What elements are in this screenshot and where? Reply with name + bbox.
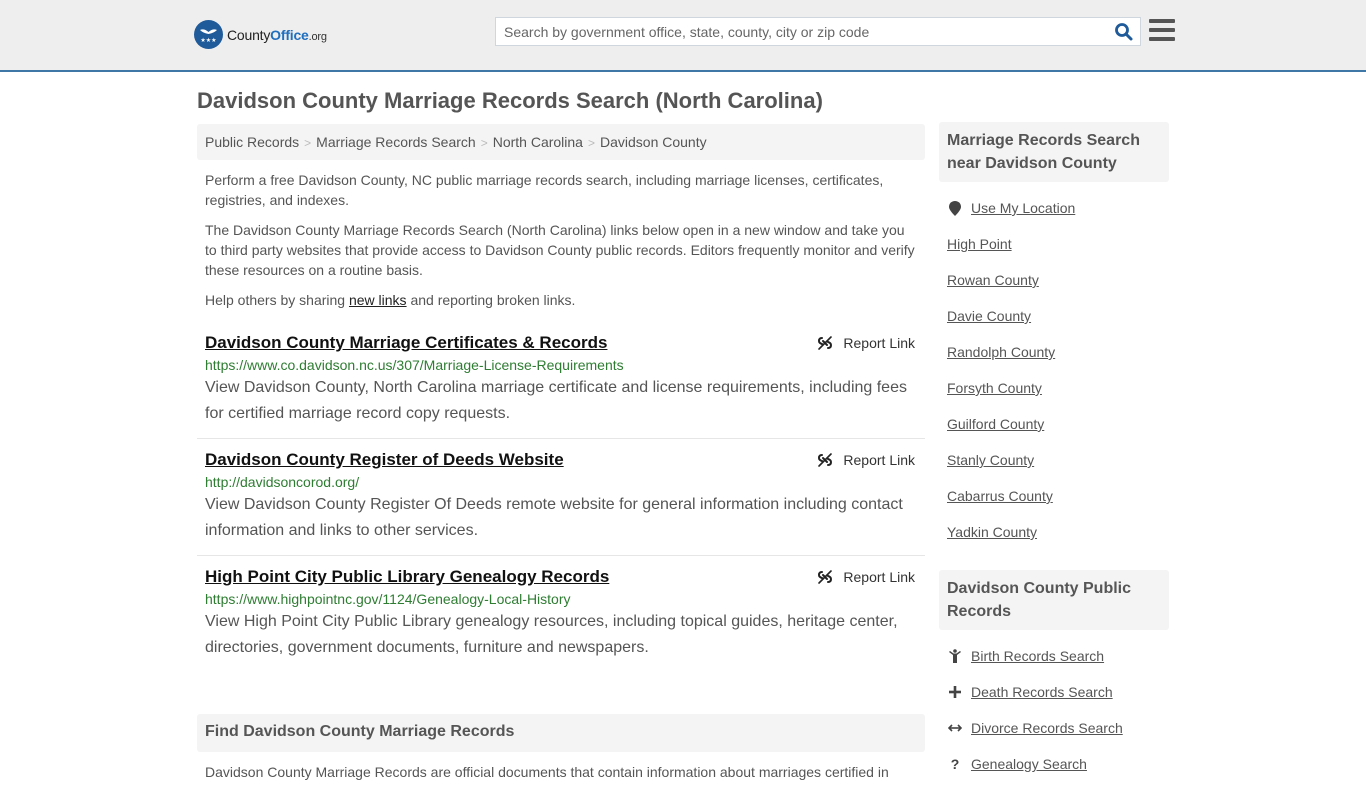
- nearby-link-cabarrus-county[interactable]: Cabarrus County: [947, 488, 1053, 504]
- report-link-button[interactable]: Report Link: [817, 566, 915, 588]
- result-title-link[interactable]: Davidson County Register of Deeds Websit…: [205, 449, 564, 471]
- public-record-item: Death Records Search: [947, 674, 1161, 710]
- nearby-item: Stanly County: [947, 442, 1161, 478]
- death-records-link[interactable]: Death Records Search: [971, 684, 1113, 700]
- result-description: View Davidson County Register Of Deeds r…: [205, 496, 903, 539]
- nearby-link-guilford-county[interactable]: Guilford County: [947, 416, 1044, 432]
- result-item: High Point City Public Library Genealogy…: [197, 556, 925, 672]
- find-records-text: Davidson County Marriage Records are off…: [205, 764, 889, 780]
- new-links-link[interactable]: new links: [349, 292, 407, 308]
- broken-link-icon: [818, 453, 833, 467]
- result-item: Davidson County Register of Deeds Websit…: [197, 439, 925, 556]
- breadcrumb-north-carolina[interactable]: North Carolina: [493, 134, 583, 150]
- arrows-horizontal-icon: [947, 723, 963, 733]
- hamburger-menu-icon[interactable]: [1149, 19, 1175, 41]
- result-url: http://davidsoncorod.org/: [205, 474, 360, 490]
- genealogy-search-link[interactable]: Genealogy Search: [971, 756, 1087, 772]
- search-input[interactable]: [496, 18, 1096, 45]
- public-record-item: Birth Records Search: [947, 638, 1161, 674]
- report-link-button[interactable]: Report Link: [817, 332, 915, 354]
- result-url: https://www.co.davidson.nc.us/307/Marria…: [205, 357, 624, 373]
- nearby-link-rowan-county[interactable]: Rowan County: [947, 272, 1039, 288]
- search-box: [495, 17, 1141, 46]
- nearby-link-randolph-county[interactable]: Randolph County: [947, 344, 1055, 360]
- report-link-button[interactable]: Report Link: [817, 449, 915, 471]
- public-record-item: ? Genealogy Search: [947, 746, 1161, 782]
- result-url: https://www.highpointnc.gov/1124/Genealo…: [205, 591, 571, 607]
- nearby-item: Randolph County: [947, 334, 1161, 370]
- broken-link-icon: [818, 570, 833, 584]
- site-header: ★★★ CountyOffice.org: [0, 0, 1366, 72]
- map-marker-icon: [947, 200, 963, 216]
- result-title-link[interactable]: Davidson County Marriage Certificates & …: [205, 332, 607, 354]
- result-title-link[interactable]: High Point City Public Library Genealogy…: [205, 566, 609, 588]
- site-logo[interactable]: ★★★ CountyOffice.org: [194, 20, 327, 49]
- public-record-item: Divorce Records Search: [947, 710, 1161, 746]
- nearby-item: Yadkin County: [947, 514, 1161, 550]
- nearby-heading: Marriage Records Search near Davidson Co…: [939, 122, 1169, 182]
- breadcrumb-marriage-records-search[interactable]: Marriage Records Search: [316, 134, 476, 150]
- intro-paragraph: The Davidson County Marriage Records Sea…: [205, 222, 915, 278]
- nearby-item: Rowan County: [947, 262, 1161, 298]
- nearby-list: Use My Location High Point Rowan County …: [939, 182, 1169, 550]
- find-records-heading: Find Davidson County Marriage Records: [197, 714, 925, 752]
- breadcrumb-public-records[interactable]: Public Records: [205, 134, 299, 150]
- sidebar: Marriage Records Search near Davidson Co…: [939, 122, 1169, 782]
- page-title: Davidson County Marriage Records Search …: [197, 88, 823, 113]
- public-records-list: Birth Records Search Death Records Searc…: [939, 630, 1169, 782]
- result-description: View High Point City Public Library gene…: [205, 613, 898, 656]
- question-icon: ?: [950, 756, 960, 772]
- results-list: Davidson County Marriage Certificates & …: [197, 322, 925, 672]
- divorce-records-link[interactable]: Divorce Records Search: [971, 720, 1123, 736]
- nearby-item: Davie County: [947, 298, 1161, 334]
- logo-text: CountyOffice.org: [227, 26, 327, 43]
- use-my-location: Use My Location: [947, 190, 1161, 226]
- breadcrumb: Public Records > Marriage Records Search > N…: [197, 124, 925, 160]
- cross-icon: [947, 686, 963, 698]
- breadcrumb-separator: >: [587, 136, 595, 150]
- nearby-item: Cabarrus County: [947, 478, 1161, 514]
- child-icon: [947, 649, 963, 663]
- eagle-logo-icon: ★★★: [194, 20, 223, 49]
- breadcrumb-separator: >: [480, 136, 488, 150]
- nearby-item: High Point: [947, 226, 1161, 262]
- broken-link-icon: [818, 336, 833, 350]
- birth-records-link[interactable]: Birth Records Search: [971, 648, 1104, 664]
- breadcrumb-separator: >: [304, 136, 312, 150]
- nearby-link-yadkin-county[interactable]: Yadkin County: [947, 524, 1037, 540]
- intro-text: Perform a free Davidson County, NC publi…: [197, 170, 925, 310]
- public-records-heading: Davidson County Public Records: [939, 570, 1169, 630]
- share-links-paragraph: Help others by sharing new links and rep…: [205, 292, 576, 308]
- result-description: View Davidson County, North Carolina mar…: [205, 379, 907, 422]
- main-content: Public Records > Marriage Records Search > N…: [197, 124, 925, 792]
- nearby-link-high-point[interactable]: High Point: [947, 236, 1012, 252]
- nearby-item: Guilford County: [947, 406, 1161, 442]
- intro-paragraph: Perform a free Davidson County, NC publi…: [205, 172, 884, 208]
- breadcrumb-davidson-county[interactable]: Davidson County: [600, 134, 707, 150]
- use-my-location-link[interactable]: Use My Location: [971, 200, 1075, 216]
- nearby-link-stanly-county[interactable]: Stanly County: [947, 452, 1034, 468]
- nearby-item: Forsyth County: [947, 370, 1161, 406]
- nearby-link-davie-county[interactable]: Davie County: [947, 308, 1031, 324]
- nearby-link-forsyth-county[interactable]: Forsyth County: [947, 380, 1042, 396]
- svg-text:★★★: ★★★: [200, 37, 216, 44]
- result-item: Davidson County Marriage Certificates & …: [197, 322, 925, 439]
- search-icon[interactable]: [1114, 22, 1134, 42]
